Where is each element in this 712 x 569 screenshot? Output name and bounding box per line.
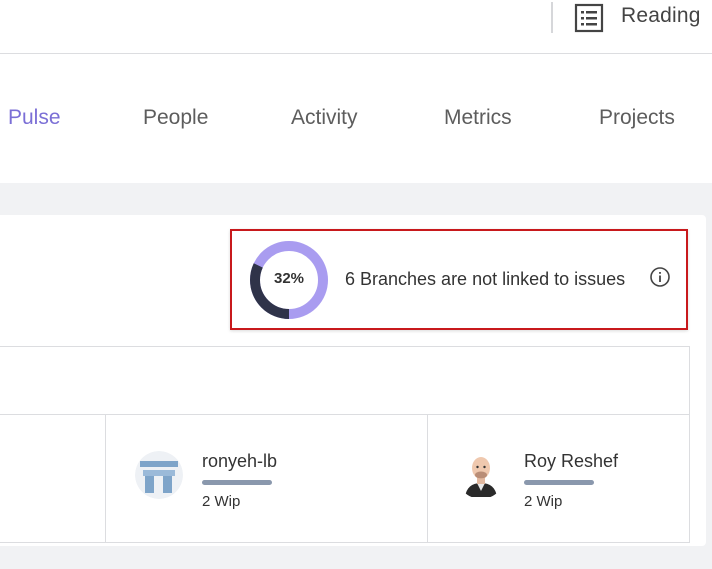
contributor-name: Roy Reshef bbox=[524, 451, 619, 471]
wip-count: 2 Wip bbox=[524, 493, 563, 510]
wip-count: 2 Wip bbox=[202, 493, 241, 510]
branches-not-linked-text[interactable]: 6 Branches are not linked to issues bbox=[345, 269, 625, 290]
tab-pulse[interactable]: Pulse bbox=[8, 106, 61, 130]
top-bar: Reading bbox=[0, 0, 712, 54]
table-column-divider bbox=[105, 415, 106, 543]
contributors-table: ronyeh-lb 2 Wip Roy Reshef 2 Wip bbox=[0, 346, 690, 543]
table-column-divider bbox=[427, 415, 428, 543]
table-row-divider bbox=[0, 414, 689, 415]
tab-people[interactable]: People bbox=[143, 106, 208, 130]
contributor-card[interactable]: ronyeh-lb 2 Wip bbox=[135, 451, 395, 531]
info-icon[interactable] bbox=[649, 266, 671, 288]
wip-progress-bar bbox=[202, 480, 272, 485]
wip-progress-bar bbox=[524, 480, 594, 485]
nav-tabs: Pulse People Activity Metrics Projects bbox=[0, 54, 712, 183]
donut-percent-label: 32% bbox=[273, 270, 305, 287]
reading-list-icon[interactable] bbox=[574, 3, 604, 33]
tab-activity[interactable]: Activity bbox=[291, 106, 358, 130]
contributor-name: ronyeh-lb bbox=[202, 451, 278, 471]
roy-reshef-avatar bbox=[457, 451, 505, 499]
toolbar-divider bbox=[551, 2, 553, 33]
tab-projects[interactable]: Projects bbox=[599, 106, 675, 130]
ronyeh-lb-avatar bbox=[135, 451, 183, 499]
tab-metrics[interactable]: Metrics bbox=[444, 106, 512, 130]
contributor-card[interactable]: Roy Reshef 2 Wip bbox=[457, 451, 712, 531]
reading-label[interactable]: Reading bbox=[621, 4, 701, 28]
